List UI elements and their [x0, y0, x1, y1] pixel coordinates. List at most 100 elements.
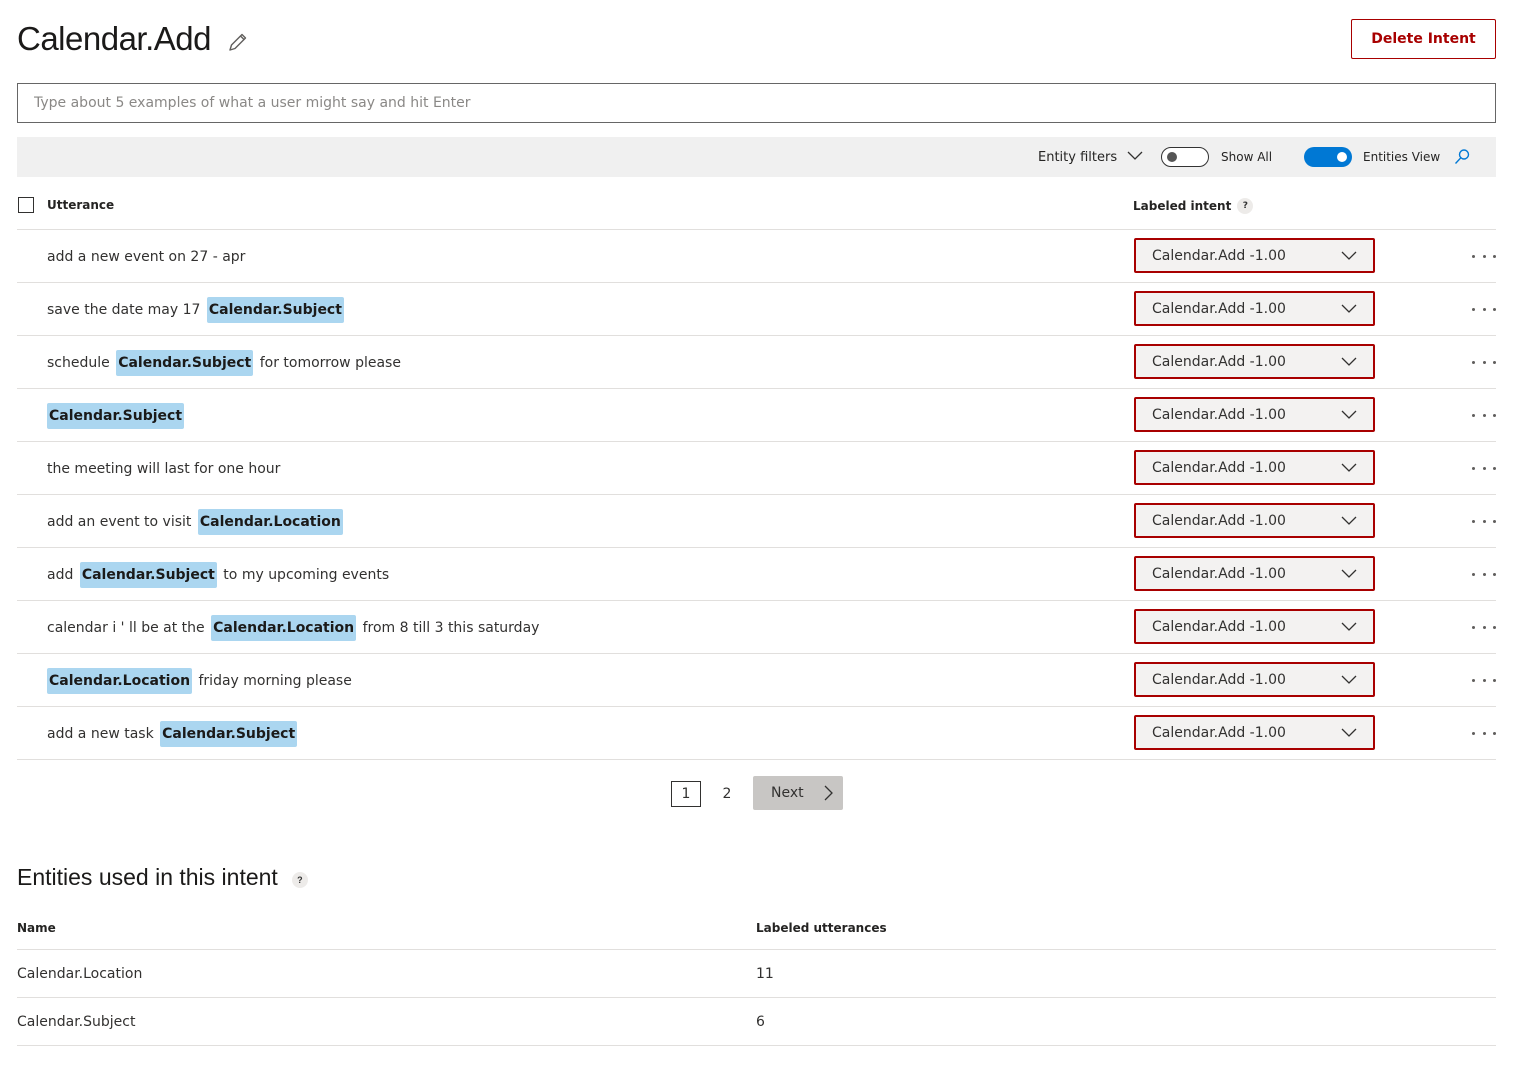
- more-options-icon[interactable]: [1472, 511, 1496, 531]
- chevron-down-icon: [1341, 249, 1357, 265]
- utterance-input[interactable]: [17, 83, 1496, 123]
- labeled-intent-dropdown[interactable]: Calendar.Add -1.00: [1134, 715, 1375, 750]
- entities-section-title: Entities used in this intent ?: [17, 864, 308, 891]
- chevron-right-icon: [823, 785, 833, 805]
- entity-name[interactable]: Calendar.Location: [17, 966, 142, 982]
- entity-label[interactable]: Calendar.Location: [47, 667, 193, 694]
- utterance-text[interactable]: calendar i ' ll be at the Calendar.Locat…: [47, 601, 539, 654]
- delete-intent-button[interactable]: Delete Intent: [1351, 19, 1496, 59]
- table-row: calendar i ' ll be at the Calendar.Locat…: [17, 601, 1496, 654]
- chevron-down-icon: [1341, 567, 1357, 583]
- table-row: add a new task Calendar.Subject Calendar.…: [17, 707, 1496, 760]
- intent-value: Calendar.Add -1.00: [1152, 565, 1286, 582]
- labeled-intent-dropdown[interactable]: Calendar.Add -1.00: [1134, 556, 1375, 591]
- utterance-text[interactable]: Calendar.Subject: [47, 389, 186, 442]
- page-title: Calendar.Add: [17, 20, 211, 57]
- more-options-icon[interactable]: [1472, 458, 1496, 478]
- next-page-button[interactable]: Next: [753, 776, 843, 810]
- show-all-label: Show All: [1221, 150, 1273, 164]
- utterance-segment: add a new task: [47, 725, 159, 742]
- intent-value: Calendar.Add -1.00: [1152, 406, 1286, 423]
- labeled-intent-dropdown[interactable]: Calendar.Add -1.00: [1134, 503, 1375, 538]
- utterance-segment: calendar i ' ll be at the: [47, 619, 210, 636]
- chevron-down-icon: [1341, 302, 1357, 318]
- utterance-list: add a new event on 27 - apr Calendar.Add …: [17, 230, 1496, 760]
- utterance-text[interactable]: add a new event on 27 - apr: [47, 230, 245, 283]
- utterance-segment: add an event to visit: [47, 513, 196, 530]
- labeled-intent-dropdown[interactable]: Calendar.Add -1.00: [1134, 397, 1375, 432]
- next-label: Next: [771, 785, 804, 801]
- entity-label[interactable]: Calendar.Subject: [206, 296, 344, 323]
- entity-label[interactable]: Calendar.Location: [211, 614, 357, 641]
- column-header-labeled-intent: Labeled intent ?: [1133, 198, 1254, 214]
- entity-label[interactable]: Calendar.Subject: [79, 561, 217, 588]
- table-header: Utterance Labeled intent ?: [17, 185, 1496, 230]
- labeled-intent-dropdown[interactable]: Calendar.Add -1.00: [1134, 662, 1375, 697]
- entity-filters-dropdown[interactable]: Entity filters: [1038, 137, 1143, 177]
- entities-view-label: Entities View: [1363, 150, 1441, 164]
- labeled-intent-dropdown[interactable]: Calendar.Add -1.00: [1134, 609, 1375, 644]
- chevron-down-icon: [1341, 514, 1357, 530]
- entity-label[interactable]: Calendar.Subject: [160, 720, 298, 747]
- column-header-name: Name: [17, 921, 56, 935]
- help-icon[interactable]: ?: [291, 871, 308, 888]
- entities-table-header: Name Labeled utterances: [17, 906, 1496, 950]
- more-options-icon[interactable]: [1472, 670, 1496, 690]
- chevron-down-icon: [1341, 408, 1357, 424]
- more-options-icon[interactable]: [1472, 564, 1496, 584]
- table-row: Calendar.Subject Calendar.Add -1.00: [17, 389, 1496, 442]
- page-2-button[interactable]: 2: [712, 781, 742, 807]
- utterance-text[interactable]: Calendar.Location friday morning please: [47, 654, 352, 707]
- utterance-segment: to my upcoming events: [218, 566, 390, 583]
- table-row: schedule Calendar.Subject for tomorrow p…: [17, 336, 1496, 389]
- intent-value: Calendar.Add -1.00: [1152, 247, 1286, 264]
- page-1-button[interactable]: 1: [671, 781, 701, 807]
- entity-label[interactable]: Calendar.Subject: [116, 349, 254, 376]
- utterance-text[interactable]: add Calendar.Subject to my upcoming even…: [47, 548, 389, 601]
- labeled-intent-label: Labeled intent: [1133, 199, 1232, 213]
- entity-count: 11: [756, 966, 774, 982]
- search-icon[interactable]: [1453, 137, 1471, 177]
- utterance-segment: from 8 till 3 this saturday: [358, 619, 540, 636]
- chevron-down-icon: [1341, 461, 1357, 477]
- intent-value: Calendar.Add -1.00: [1152, 671, 1286, 688]
- select-all-checkbox[interactable]: [18, 197, 34, 213]
- utterance-text[interactable]: schedule Calendar.Subject for tomorrow p…: [47, 336, 401, 389]
- entity-name[interactable]: Calendar.Subject: [17, 1014, 135, 1030]
- utterance-text[interactable]: add a new task Calendar.Subject: [47, 707, 299, 760]
- toolbar: Entity filters Show All Entities View: [17, 137, 1496, 177]
- labeled-intent-dropdown[interactable]: Calendar.Add -1.00: [1134, 450, 1375, 485]
- entity-label[interactable]: Calendar.Subject: [47, 402, 185, 429]
- more-options-icon[interactable]: [1472, 617, 1496, 637]
- more-options-icon[interactable]: [1472, 299, 1496, 319]
- utterance-text[interactable]: save the date may 17 Calendar.Subject: [47, 283, 346, 336]
- utterance-text[interactable]: the meeting will last for one hour: [47, 442, 280, 495]
- more-options-icon[interactable]: [1472, 246, 1496, 266]
- more-options-icon[interactable]: [1472, 352, 1496, 372]
- table-row: add a new event on 27 - apr Calendar.Add …: [17, 230, 1496, 283]
- entities-view-toggle[interactable]: [1304, 147, 1352, 167]
- intent-value: Calendar.Add -1.00: [1152, 512, 1286, 529]
- utterance-segment: for tomorrow please: [255, 354, 401, 371]
- table-row: add an event to visit Calendar.Location C…: [17, 495, 1496, 548]
- chevron-down-icon: [1341, 620, 1357, 636]
- labeled-intent-dropdown[interactable]: Calendar.Add -1.00: [1134, 344, 1375, 379]
- table-row: save the date may 17 Calendar.Subject Cal…: [17, 283, 1496, 336]
- more-options-icon[interactable]: [1472, 405, 1496, 425]
- entity-filters-label: Entity filters: [1038, 149, 1118, 165]
- labeled-intent-dropdown[interactable]: Calendar.Add -1.00: [1134, 238, 1375, 273]
- labeled-intent-dropdown[interactable]: Calendar.Add -1.00: [1134, 291, 1375, 326]
- intent-value: Calendar.Add -1.00: [1152, 459, 1286, 476]
- table-row: add Calendar.Subject to my upcoming even…: [17, 548, 1496, 601]
- entity-label[interactable]: Calendar.Location: [197, 508, 343, 535]
- intent-value: Calendar.Add -1.00: [1152, 724, 1286, 741]
- show-all-toggle[interactable]: [1161, 147, 1209, 167]
- more-options-icon[interactable]: [1472, 723, 1496, 743]
- entities-table: Name Labeled utterances Calendar.Locatio…: [17, 906, 1496, 1046]
- intent-value: Calendar.Add -1.00: [1152, 618, 1286, 635]
- help-icon[interactable]: ?: [1237, 198, 1254, 214]
- pencil-icon[interactable]: [226, 30, 250, 54]
- utterance-segment: add a new event on 27 - apr: [47, 248, 246, 265]
- intent-value: Calendar.Add -1.00: [1152, 353, 1286, 370]
- utterance-text[interactable]: add an event to visit Calendar.Location: [47, 495, 345, 548]
